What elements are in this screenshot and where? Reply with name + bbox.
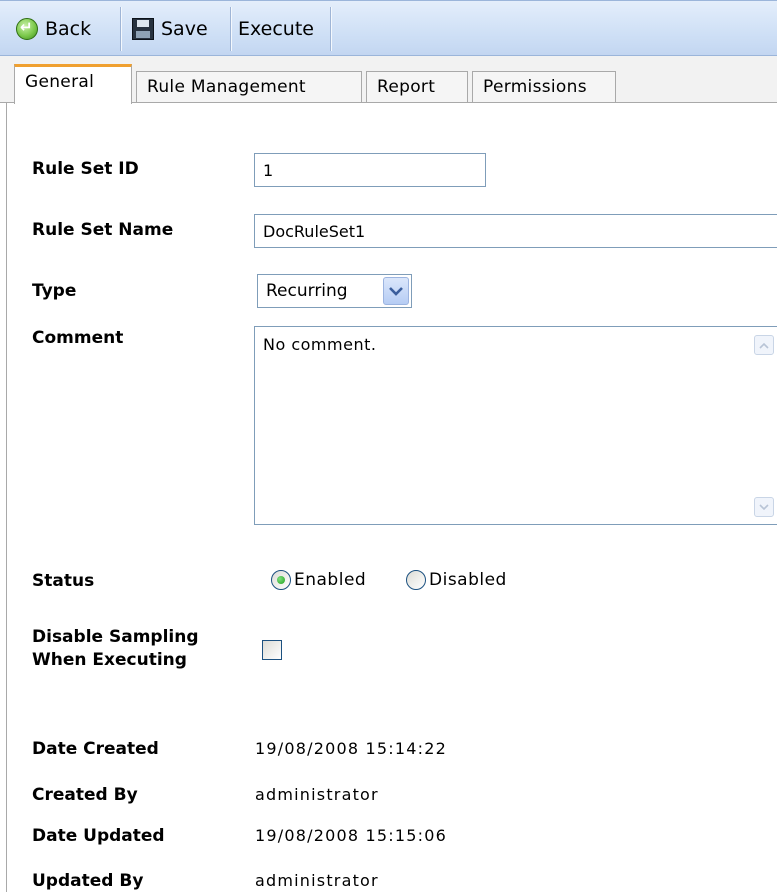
back-arrow-icon — [16, 18, 38, 40]
panel-border — [6, 103, 7, 892]
disable-sampling-checkbox[interactable] — [262, 640, 282, 660]
rule-set-id-label: Rule Set ID — [32, 159, 139, 179]
toolbar-separator — [230, 7, 231, 51]
tab-strip: General Rule Management Report Permissio… — [0, 56, 777, 104]
rule-set-id-input[interactable] — [254, 153, 486, 187]
toolbar: Back Save Execute — [0, 0, 777, 56]
created-by-label: Created By — [32, 785, 138, 805]
comment-label: Comment — [32, 328, 124, 348]
type-select-value: Recurring — [266, 281, 348, 301]
toolbar-separator — [330, 7, 331, 51]
date-created-label: Date Created — [32, 739, 159, 759]
updated-by-label: Updated By — [32, 871, 144, 891]
status-label: Status — [32, 571, 95, 591]
date-created-value: 19/08/2008 15:14:22 — [255, 739, 447, 758]
status-enabled-radio[interactable] — [271, 570, 291, 590]
rule-set-name-label: Rule Set Name — [32, 220, 174, 240]
rule-set-name-input[interactable] — [254, 214, 777, 248]
tab-general[interactable]: General — [14, 64, 132, 104]
type-label: Type — [32, 281, 77, 301]
execute-button-label: Execute — [238, 18, 314, 40]
status-enabled-label[interactable]: Enabled — [294, 570, 366, 590]
tab-general-label: General — [25, 71, 95, 92]
execute-button[interactable]: Execute — [232, 9, 320, 49]
created-by-value: administrator — [255, 785, 379, 804]
back-button[interactable]: Back — [10, 9, 97, 49]
status-disabled-label[interactable]: Disabled — [429, 570, 507, 590]
status-disabled-radio[interactable] — [406, 570, 426, 590]
comment-textarea[interactable]: No comment. — [254, 326, 777, 525]
scroll-down-icon[interactable] — [754, 497, 774, 517]
floppy-disk-icon — [132, 18, 154, 40]
toolbar-separator — [120, 7, 121, 51]
tab-permissions[interactable]: Permissions — [472, 71, 616, 102]
tab-report[interactable]: Report — [366, 71, 468, 102]
disable-sampling-label-line2: When Executing — [32, 650, 187, 670]
save-button[interactable]: Save — [126, 9, 214, 49]
save-button-label: Save — [161, 18, 208, 40]
back-button-label: Back — [45, 18, 92, 40]
tab-rule-management[interactable]: Rule Management — [136, 71, 362, 102]
chevron-down-icon[interactable] — [383, 277, 409, 305]
date-updated-label: Date Updated — [32, 826, 165, 846]
comment-text: No comment. — [263, 335, 377, 354]
updated-by-value: administrator — [255, 871, 379, 890]
tab-permissions-label: Permissions — [483, 77, 587, 97]
disable-sampling-label-line1: Disable Sampling — [32, 627, 199, 647]
date-updated-value: 19/08/2008 15:15:06 — [255, 826, 447, 845]
type-select[interactable]: Recurring — [257, 274, 412, 308]
tab-rule-management-label: Rule Management — [147, 77, 306, 97]
scroll-up-icon[interactable] — [754, 335, 774, 355]
tab-report-label: Report — [377, 77, 436, 97]
